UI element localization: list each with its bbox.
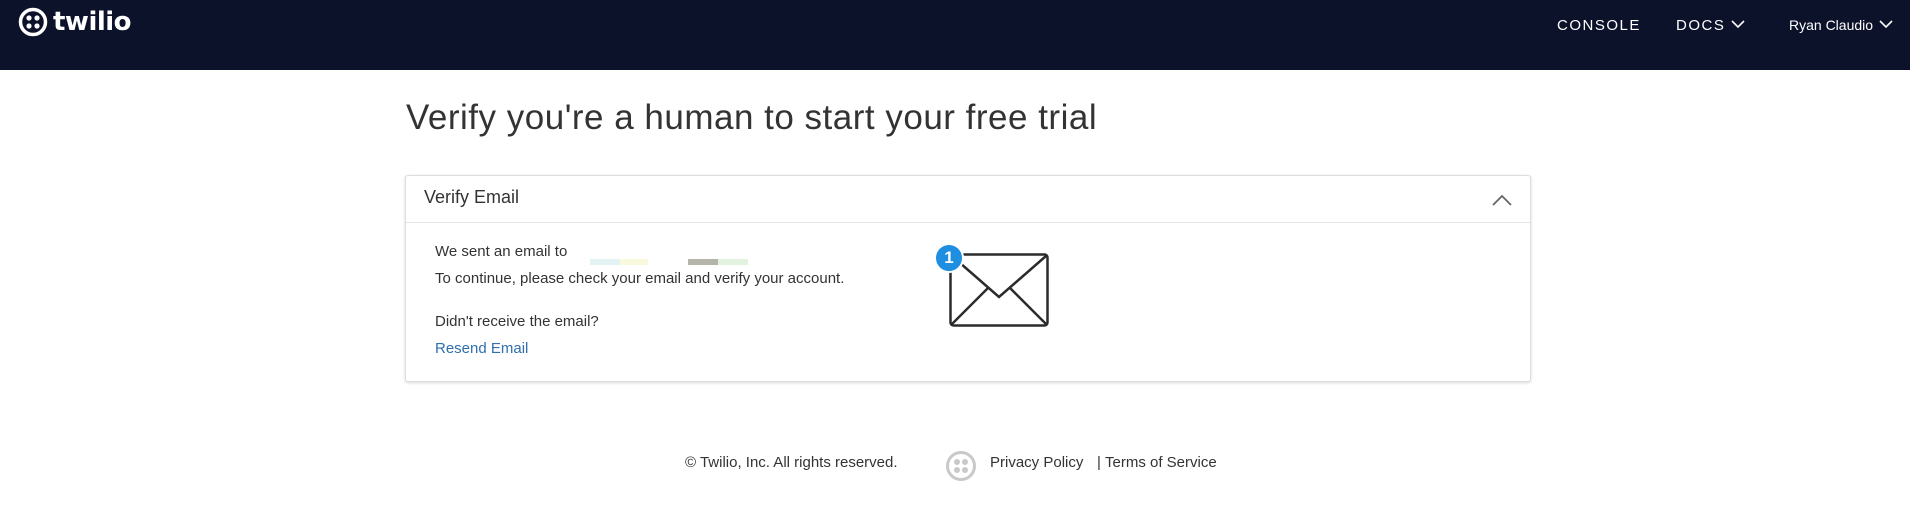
top-navigation-bar: twilio CONSOLE DOCS Ryan Claudio xyxy=(0,0,1910,70)
copyright-text: © Twilio, Inc. All rights reserved. xyxy=(685,454,898,471)
not-received-text: Didn't receive the email? xyxy=(435,313,599,330)
notification-badge: 1 xyxy=(934,243,964,273)
twilio-logo-icon xyxy=(18,7,48,37)
panel-title: Verify Email xyxy=(424,187,520,207)
nav-docs-label: DOCS xyxy=(1676,16,1726,34)
resend-email-link[interactable]: Resend Email xyxy=(435,340,528,357)
sent-email-text: We sent an email to xyxy=(435,243,568,260)
nav-console-link[interactable]: CONSOLE xyxy=(1557,12,1641,38)
chevron-up-icon[interactable] xyxy=(1490,190,1514,210)
nav-docs-menu[interactable]: DOCS xyxy=(1676,12,1745,38)
footer-separator: | xyxy=(1097,454,1101,471)
twilio-logo-icon xyxy=(945,450,977,486)
continue-instructions: To continue, please check your email and… xyxy=(435,270,845,287)
twilio-logo[interactable]: twilio xyxy=(18,4,132,40)
redacted-email-domain xyxy=(688,252,748,265)
chevron-down-icon xyxy=(1879,16,1893,32)
terms-of-service-link[interactable]: Terms of Service xyxy=(1105,454,1217,471)
envelope-icon xyxy=(949,253,1049,332)
redacted-email-address xyxy=(590,252,670,265)
nav-console-label: CONSOLE xyxy=(1557,16,1641,34)
panel-header[interactable]: Verify Email xyxy=(406,176,1530,223)
privacy-policy-link[interactable]: Privacy Policy xyxy=(990,454,1083,471)
page-title: Verify you're a human to start your free… xyxy=(406,98,1098,137)
user-menu[interactable]: Ryan Claudio xyxy=(1789,12,1893,38)
footer: © Twilio, Inc. All rights reserved. Priv… xyxy=(0,450,1910,481)
verify-email-panel: Verify Email We sent an email to To cont… xyxy=(405,175,1531,382)
brand-name: twilio xyxy=(53,7,132,37)
user-name: Ryan Claudio xyxy=(1789,17,1874,33)
chevron-down-icon xyxy=(1731,16,1745,33)
